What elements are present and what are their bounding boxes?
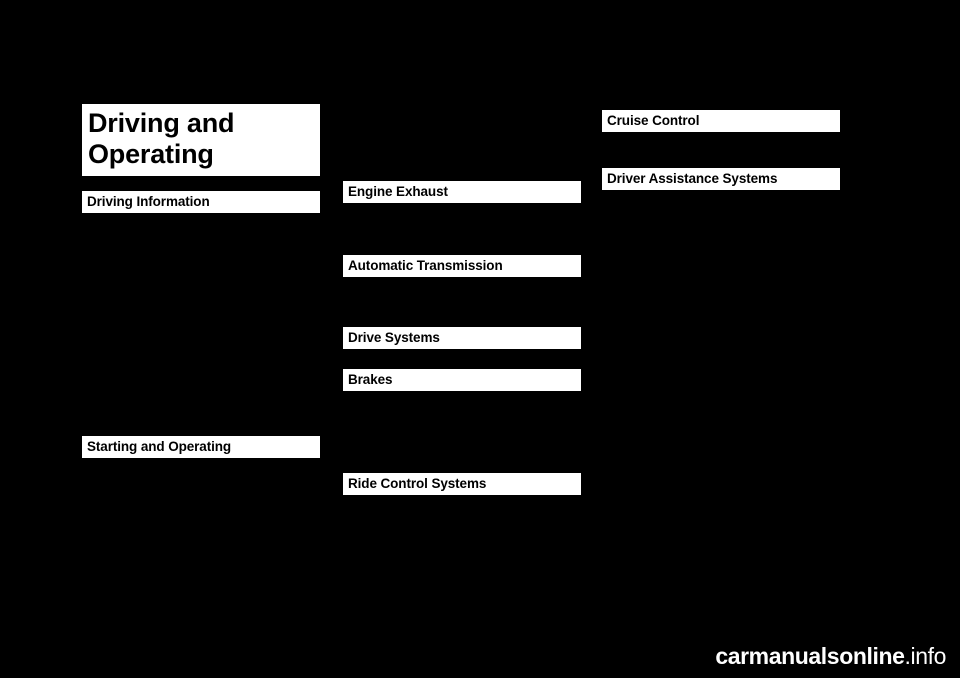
section-heading-label: Ride Control Systems: [348, 476, 487, 491]
section-heading-starting-and-operating: Starting and Operating: [82, 436, 320, 458]
section-heading-label: Starting and Operating: [87, 439, 232, 454]
section-heading-label: Driving Information: [87, 194, 210, 209]
chapter-title: Driving and Operating: [82, 104, 320, 176]
section-heading-driving-information: Driving Information: [82, 191, 320, 213]
section-heading-brakes: Brakes: [343, 369, 581, 391]
section-heading-drive-systems: Drive Systems: [343, 327, 581, 349]
section-heading-ride-control-systems: Ride Control Systems: [343, 473, 581, 495]
section-heading-label: Drive Systems: [348, 330, 440, 345]
chapter-title-line-2: Operating: [88, 139, 214, 169]
section-heading-label: Brakes: [348, 372, 393, 387]
section-heading-label: Engine Exhaust: [348, 184, 448, 199]
watermark-site-name: carmanualsonline: [715, 643, 905, 669]
watermark-tld: .info: [904, 643, 947, 669]
section-heading-label: Cruise Control: [607, 113, 700, 128]
section-heading-label: Automatic Transmission: [348, 258, 503, 273]
chapter-title-line-1: Driving and: [88, 108, 235, 138]
section-heading-label: Driver Assistance Systems: [607, 171, 778, 186]
document-page: Driving and Operating Driving Informatio…: [0, 0, 960, 678]
section-heading-cruise-control: Cruise Control: [602, 110, 840, 132]
section-heading-driver-assistance-systems: Driver Assistance Systems: [602, 168, 840, 190]
section-heading-engine-exhaust: Engine Exhaust: [343, 181, 581, 203]
section-heading-automatic-transmission: Automatic Transmission: [343, 255, 581, 277]
watermark: carmanualsonline.info: [715, 643, 946, 670]
